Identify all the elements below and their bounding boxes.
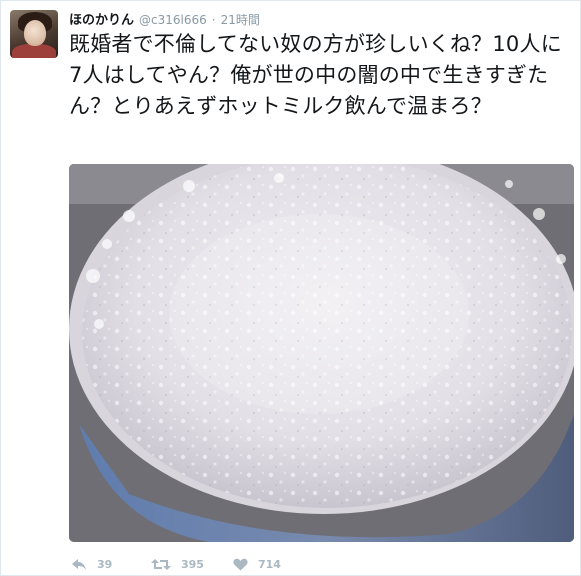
tweet-header: ほのかりん @c316l666 · 21時間 (69, 9, 260, 28)
display-name[interactable]: ほのかりん (69, 9, 134, 28)
like-button[interactable]: 714 (233, 558, 313, 571)
retweet-icon (151, 558, 171, 570)
reply-icon (72, 558, 86, 570)
retweet-button[interactable]: 395 (151, 558, 233, 571)
heart-icon (233, 558, 248, 570)
hot-milk-photo (69, 164, 574, 542)
reply-count: 39 (97, 557, 113, 571)
reply-button[interactable]: 39 (71, 558, 151, 571)
avatar-shoulder (12, 44, 56, 58)
tweet-photo[interactable] (69, 164, 574, 542)
separator-dot: · (211, 13, 216, 27)
retweet-count: 395 (181, 557, 204, 571)
avatar[interactable] (10, 10, 58, 58)
tweet-text: 既婚者で不倫してない奴の方が珍しいくね？10人に7人はしてやん？俺が世の中の闇の… (69, 32, 562, 118)
like-count: 714 (258, 557, 281, 571)
avatar-face (24, 20, 46, 46)
timestamp[interactable]: 21時間 (221, 11, 260, 28)
tweet-actions: 39 395 714 (71, 556, 313, 572)
user-handle[interactable]: @c316l666 (139, 13, 207, 27)
tweet-card[interactable]: ほのかりん @c316l666 · 21時間 既婚者で不倫してない奴の方が珍しい… (0, 0, 581, 576)
